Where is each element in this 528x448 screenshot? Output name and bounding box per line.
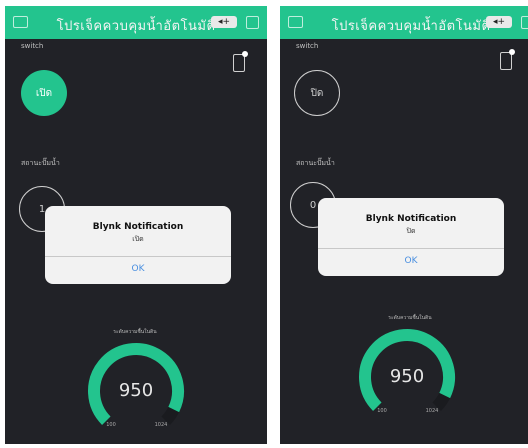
- app-header: โปรเจ็คควบคุมน้ำอัตโนมัติ ◂+: [280, 6, 528, 39]
- dialog-message: ปิด: [406, 227, 416, 235]
- dialog-title: Blynk Notification: [365, 214, 457, 224]
- dialog-message: เปิด: [132, 235, 144, 243]
- app-header: โปรเจ็คควบคุมน้ำอัตโนมัติ ◂+: [5, 6, 267, 39]
- gauge-max: 1024: [155, 422, 168, 428]
- dialog-divider: [45, 256, 231, 257]
- moisture-gauge: 950 100 1024: [352, 322, 462, 432]
- pump-status-label: สถานะปั๊มน้ำ: [296, 159, 335, 167]
- dialog-ok-button[interactable]: OK: [45, 264, 231, 274]
- switch-label: switch: [21, 42, 44, 50]
- switch-label: switch: [296, 42, 319, 50]
- gauge-label: ระดับความชื้นในดิน: [388, 315, 432, 321]
- connection-badge[interactable]: ◂+: [486, 16, 512, 28]
- device-status-icon[interactable]: [233, 51, 248, 72]
- gauge-label: ระดับความชื้นในดิน: [113, 329, 157, 335]
- gauge-value: 950: [390, 366, 424, 387]
- notification-dialog: Blynk Notification เปิด OK: [45, 206, 231, 284]
- switch-button[interactable]: เปิด: [21, 70, 67, 116]
- notification-dialog: Blynk Notification ปิด OK: [318, 198, 504, 276]
- switch-button[interactable]: ปิด: [294, 70, 340, 116]
- device-status-icon[interactable]: [500, 49, 515, 70]
- dialog-ok-button[interactable]: OK: [318, 256, 504, 266]
- gauge-min: 100: [106, 422, 116, 428]
- pump-status-label: สถานะปั๊มน้ำ: [21, 159, 60, 167]
- settings-icon[interactable]: [521, 16, 528, 29]
- gauge-value: 950: [119, 380, 153, 401]
- gauge-min: 100: [377, 408, 387, 414]
- settings-icon[interactable]: [246, 16, 259, 29]
- dialog-title: Blynk Notification: [92, 222, 184, 232]
- gauge-max: 1024: [426, 408, 439, 414]
- phone-screen-left: โปรเจ็คควบคุมน้ำอัตโนมัติ ◂+ switch เปิด…: [5, 6, 267, 444]
- connection-badge[interactable]: ◂+: [211, 16, 237, 28]
- phone-screen-right: โปรเจ็คควบคุมน้ำอัตโนมัติ ◂+ switch ปิด …: [280, 6, 528, 444]
- dialog-divider: [318, 248, 504, 249]
- moisture-gauge: 950 100 1024: [81, 336, 191, 444]
